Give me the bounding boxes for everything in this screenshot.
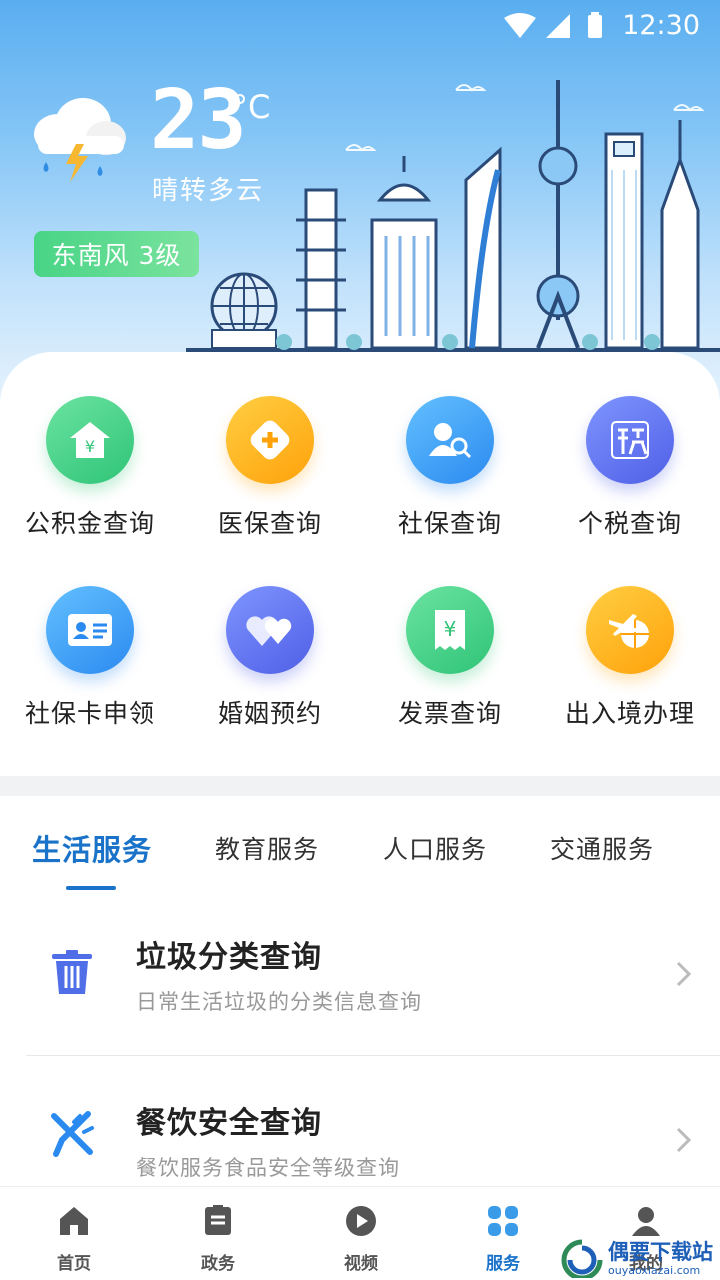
list-item-title: 垃圾分类查询 <box>136 940 322 975</box>
section-separator <box>0 776 720 796</box>
house-yuan-icon: ¥ <box>46 396 134 484</box>
weather-header: 12:30 23 °C 晴转多云 东南风 3级 <box>0 0 720 400</box>
service-category-tabs: 生活服务 教育服务 人口服务 交通服务 <box>0 796 720 896</box>
tab-education-services[interactable]: 教育服务 <box>215 830 319 866</box>
battery-icon <box>588 15 602 38</box>
tab-population-services[interactable]: 人口服务 <box>383 830 487 866</box>
document-icon <box>205 1205 231 1235</box>
thunder-rain-cloud-icon <box>34 98 126 182</box>
grid-icon <box>488 1206 518 1236</box>
service-label: 社保卡申领 <box>24 699 155 728</box>
list-divider <box>26 1055 720 1056</box>
nav-label: 服务 <box>486 1254 520 1274</box>
service-label: 医保查询 <box>217 509 322 538</box>
service-income-tax[interactable]: 个税查询 <box>540 396 720 576</box>
person-search-icon <box>406 396 494 484</box>
city-skyline-illustration <box>186 80 720 352</box>
service-label: 婚姻预约 <box>217 699 322 728</box>
tax-icon <box>586 396 674 484</box>
chevron-right-icon <box>676 1127 692 1153</box>
service-label: 出入境办理 <box>564 699 695 728</box>
status-time: 12:30 <box>622 10 700 41</box>
service-label: 发票查询 <box>397 699 502 728</box>
signal-icon <box>546 14 570 38</box>
id-card-icon <box>46 586 134 674</box>
tab-life-services[interactable]: 生活服务 <box>32 827 152 869</box>
nav-government[interactable]: 政务 <box>146 1187 290 1280</box>
watermark-url: ouyaoxiazai.com <box>608 1264 701 1277</box>
service-social-security[interactable]: 社保查询 <box>360 396 540 576</box>
wifi-icon <box>504 13 536 38</box>
list-item-title: 餐饮安全查询 <box>136 1106 322 1141</box>
list-item-garbage-sorting[interactable]: 垃圾分类查询 日常生活垃圾的分类信息查询 <box>0 900 720 1050</box>
play-icon <box>346 1206 376 1236</box>
status-bar: 12:30 <box>0 0 720 50</box>
fork-knife-icon <box>51 1111 94 1157</box>
svg-text:¥: ¥ <box>85 437 95 456</box>
user-icon <box>632 1207 660 1236</box>
nav-services[interactable]: 服务 <box>431 1187 575 1280</box>
trash-icon <box>52 950 92 994</box>
service-label: 个税查询 <box>577 509 682 538</box>
svg-text:¥: ¥ <box>444 617 457 641</box>
site-watermark: 偶要下载站 ouyaoxiazai.com <box>560 1236 720 1280</box>
list-item-subtitle: 餐饮服务食品安全等级查询 <box>136 1156 400 1180</box>
service-immigration[interactable]: 出入境办理 <box>540 586 720 766</box>
medical-cross-icon <box>226 396 314 484</box>
service-marriage[interactable]: 婚姻预约 <box>180 586 360 766</box>
active-tab-indicator <box>66 886 116 890</box>
home-icon <box>60 1207 88 1235</box>
service-invoice[interactable]: ¥ 发票查询 <box>360 586 540 766</box>
service-label: 社保查询 <box>397 509 502 538</box>
list-item-subtitle: 日常生活垃圾的分类信息查询 <box>136 990 422 1014</box>
nav-label: 政务 <box>201 1254 235 1274</box>
nav-video[interactable]: 视频 <box>289 1187 433 1280</box>
invoice-yuan-icon: ¥ <box>406 586 494 674</box>
service-grid: ¥ 公积金查询 医保查询 社保查询 个税查询 社保卡申领 婚姻预约 ¥ 发票查询… <box>0 352 720 776</box>
service-label: 公积金查询 <box>24 509 155 538</box>
service-housing-fund[interactable]: ¥ 公积金查询 <box>0 396 180 576</box>
nav-home[interactable]: 首页 <box>2 1187 146 1280</box>
service-social-card[interactable]: 社保卡申领 <box>0 586 180 766</box>
wind-badge: 东南风 3级 <box>34 231 199 277</box>
status-icons <box>504 12 602 38</box>
nav-label: 首页 <box>57 1254 91 1274</box>
nav-label: 视频 <box>344 1254 378 1274</box>
hearts-icon <box>226 586 314 674</box>
plane-globe-icon <box>586 586 674 674</box>
service-medical-insurance[interactable]: 医保查询 <box>180 396 360 576</box>
watermark-logo-icon <box>561 1239 603 1278</box>
watermark-text: 偶要下载站 <box>608 1240 713 1264</box>
tab-traffic-services[interactable]: 交通服务 <box>550 830 654 866</box>
chevron-right-icon <box>676 961 692 987</box>
